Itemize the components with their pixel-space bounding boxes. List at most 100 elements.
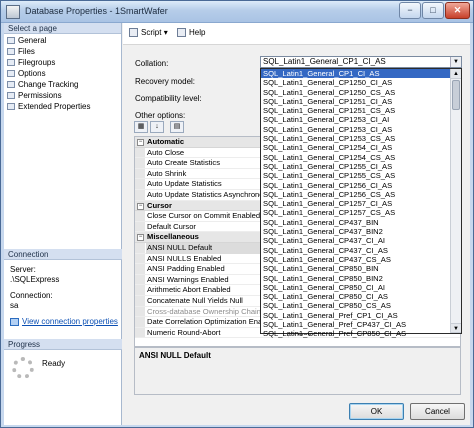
script-icon: [129, 28, 138, 37]
collation-option[interactable]: SQL_Latin1_General_CP850_CI_AS: [261, 292, 451, 301]
collation-option[interactable]: SQL_Latin1_General_CP1251_CI_AS: [261, 97, 451, 106]
page-item-label: General: [18, 36, 47, 45]
property-pages-icon[interactable]: ▤: [170, 121, 184, 133]
categorized-sort-icon[interactable]: ▦: [134, 121, 148, 133]
chevron-down-icon[interactable]: ▼: [450, 57, 461, 67]
page-item-options[interactable]: Options: [4, 68, 121, 79]
select-page-header: Select a page: [4, 23, 121, 34]
server-value: .\SQLExpress: [10, 275, 60, 284]
collation-option[interactable]: SQL_Latin1_General_CP437_CI_AS: [261, 246, 451, 255]
scroll-thumb[interactable]: [452, 80, 460, 110]
other-options-label: Other options:: [135, 111, 186, 120]
page-icon: [7, 92, 15, 99]
page-item-extended-properties[interactable]: Extended Properties: [4, 101, 121, 112]
collation-option[interactable]: SQL_Latin1_General_CP1250_CS_AS: [261, 88, 451, 97]
page-item-label: Options: [18, 69, 46, 78]
row-gutter: [135, 317, 145, 327]
collation-dropdown-list[interactable]: SQL_Latin1_General_CP1_CI_AS SQL_Latin1_G…: [260, 68, 462, 338]
collation-option[interactable]: SQL_Latin1_General_CP1255_CS_AS: [261, 171, 451, 180]
close-button[interactable]: ✕: [445, 2, 470, 19]
row-gutter: [135, 147, 145, 158]
collation-option[interactable]: SQL_Latin1_General_Pref_CP1_CI_AS: [261, 311, 451, 320]
collation-label: Collation:: [135, 59, 169, 68]
collation-combobox[interactable]: SQL_Latin1_General_CP1_CI_AS ▼: [260, 56, 462, 68]
script-label: Script: [141, 28, 162, 37]
property-description: ANSI NULL Default: [134, 347, 461, 395]
collation-option[interactable]: SQL_Latin1_General_CP1253_CI_AI: [261, 115, 451, 124]
page-item-permissions[interactable]: Permissions: [4, 90, 121, 101]
window-title: Database Properties - 1SmartWafer: [25, 6, 168, 16]
page-item-general[interactable]: General: [4, 35, 121, 46]
left-pane: Select a page General Files Filegroups Opti…: [4, 23, 122, 425]
collapse-icon[interactable]: −: [137, 234, 144, 242]
progress-spinner-icon: [12, 357, 34, 379]
collation-option[interactable]: SQL_Latin1_General_CP1256_CS_AS: [261, 190, 451, 199]
page-item-files[interactable]: Files: [4, 46, 121, 57]
collation-option[interactable]: SQL_Latin1_General_CP1254_CI_AS: [261, 143, 451, 152]
view-connection-properties-link[interactable]: View connection properties: [10, 317, 118, 327]
collation-option[interactable]: SQL_Latin1_General_CP437_CI_AI: [261, 236, 451, 245]
page-item-label: Extended Properties: [18, 102, 91, 111]
connection-properties-icon: [10, 318, 19, 326]
collation-option[interactable]: SQL_Latin1_General_CP437_BIN2: [261, 227, 451, 236]
page-item-label: Filegroups: [18, 58, 56, 67]
progress-status: Ready: [42, 359, 66, 368]
alphabetical-sort-icon[interactable]: ↓: [150, 121, 164, 133]
page-icon: [7, 59, 15, 66]
connection-label: Connection:: [10, 291, 53, 300]
collation-option[interactable]: SQL_Latin1_General_CP1253_CI_AS: [261, 125, 451, 134]
collapse-icon[interactable]: −: [137, 202, 144, 210]
scroll-up-icon[interactable]: ▲: [451, 69, 461, 79]
collation-option[interactable]: SQL_Latin1_General_CP850_CI_AI: [261, 283, 451, 292]
collation-option[interactable]: SQL_Latin1_General_CP1254_CS_AS: [261, 153, 451, 162]
collation-option[interactable]: SQL_Latin1_General_CP1_CI_AS: [261, 69, 451, 79]
collation-option[interactable]: SQL_Latin1_General_CP850_BIN: [261, 264, 451, 273]
collation-option[interactable]: SQL_Latin1_General_Pref_CP850_CI_AS: [261, 329, 451, 338]
row-gutter: [135, 221, 145, 232]
minimize-button[interactable]: −: [399, 2, 421, 19]
help-icon: [177, 28, 186, 37]
collation-option[interactable]: SQL_Latin1_General_CP1255_CI_AS: [261, 162, 451, 171]
dropdown-scrollbar[interactable]: ▲ ▼: [450, 69, 461, 333]
row-gutter: [135, 285, 145, 295]
title-bar[interactable]: Database Properties - 1SmartWafer − □ ✕: [1, 1, 473, 23]
cancel-button[interactable]: Cancel: [410, 403, 465, 420]
row-gutter: [135, 274, 145, 285]
database-properties-window: Database Properties - 1SmartWafer − □ ✕ …: [0, 0, 474, 428]
compatibility-level-label: Compatibility level:: [135, 94, 202, 103]
script-button[interactable]: Script ▾: [129, 28, 168, 38]
row-gutter: [135, 327, 145, 338]
collapse-icon[interactable]: −: [137, 139, 144, 146]
page-icon: [7, 103, 15, 110]
collation-option[interactable]: SQL_Latin1_General_Pref_CP437_CI_AS: [261, 320, 451, 329]
collation-option[interactable]: SQL_Latin1_General_CP1250_CI_AS: [261, 78, 451, 87]
ok-button[interactable]: OK: [349, 403, 404, 420]
progress-section: Progress Ready: [4, 339, 122, 379]
chevron-down-icon: ▾: [163, 28, 168, 37]
collation-option[interactable]: SQL_Latin1_General_CP437_BIN: [261, 218, 451, 227]
collation-option[interactable]: SQL_Latin1_General_CP1257_CI_AS: [261, 199, 451, 208]
collation-option[interactable]: SQL_Latin1_General_CP850_BIN2: [261, 274, 451, 283]
page-list: General Files Filegroups Options Change Trac…: [4, 34, 121, 112]
collation-option[interactable]: SQL_Latin1_General_CP1256_CI_AS: [261, 181, 451, 190]
scroll-down-icon[interactable]: ▼: [451, 323, 461, 333]
connection-header: Connection: [4, 249, 122, 260]
collation-option[interactable]: SQL_Latin1_General_CP1253_CS_AS: [261, 134, 451, 143]
row-gutter: [135, 264, 145, 274]
maximize-button[interactable]: □: [422, 2, 444, 19]
help-button[interactable]: Help: [177, 28, 205, 38]
row-gutter: [135, 211, 145, 221]
page-item-filegroups[interactable]: Filegroups: [4, 57, 121, 68]
row-gutter: [135, 242, 145, 253]
recovery-model-label: Recovery model:: [135, 77, 196, 86]
connection-section: Connection Server: .\SQLExpress Connecti…: [4, 249, 122, 332]
collation-option[interactable]: SQL_Latin1_General_CP437_CS_AS: [261, 255, 451, 264]
row-gutter: [135, 168, 145, 179]
connection-value: sa: [10, 301, 19, 310]
collation-option[interactable]: SQL_Latin1_General_CP850_CS_AS: [261, 301, 451, 310]
page-item-change-tracking[interactable]: Change Tracking: [4, 79, 121, 90]
page-item-label: Permissions: [18, 91, 62, 100]
collation-option[interactable]: SQL_Latin1_General_CP1257_CS_AS: [261, 208, 451, 217]
row-gutter: [135, 295, 145, 306]
collation-option[interactable]: SQL_Latin1_General_CP1251_CS_AS: [261, 106, 451, 115]
